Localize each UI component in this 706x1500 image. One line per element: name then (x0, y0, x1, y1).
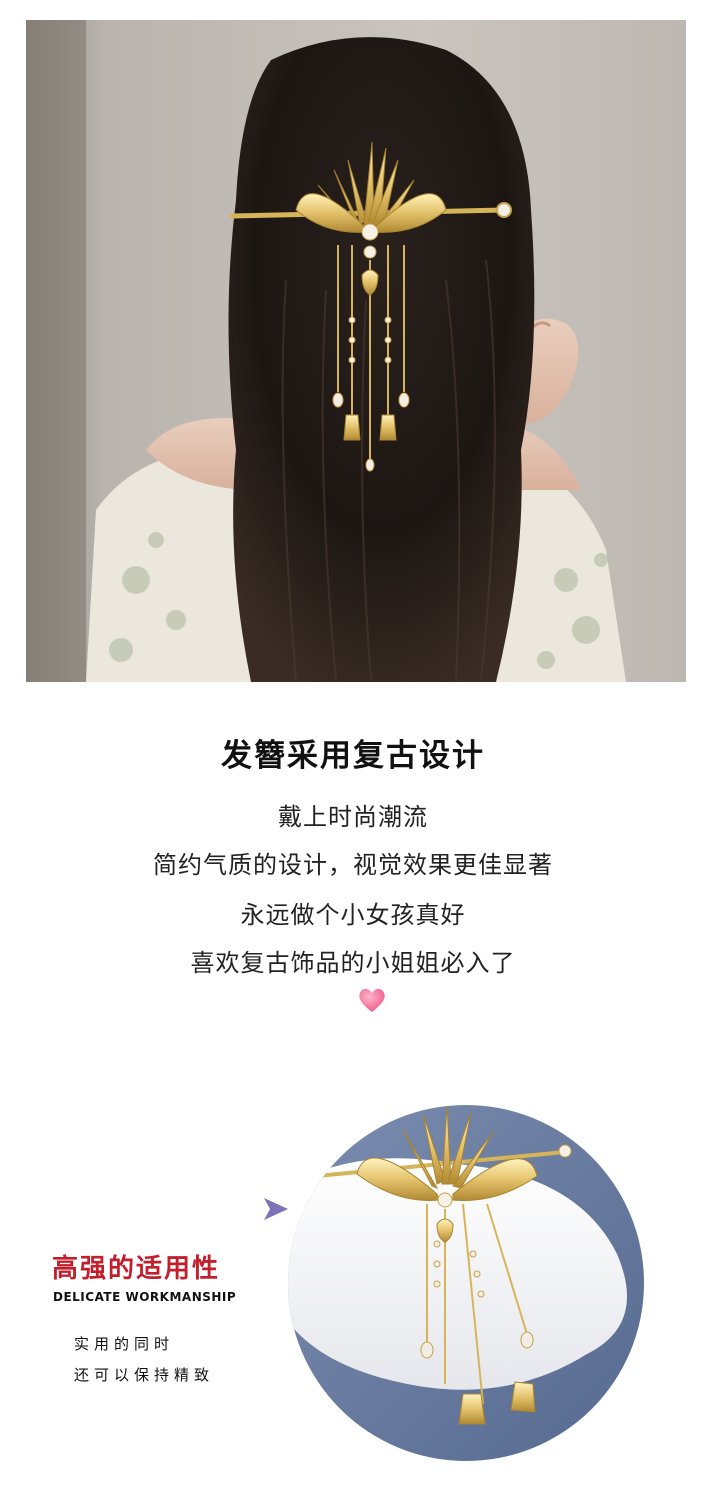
copy-line: 简约气质的设计，视觉效果更佳显著 (153, 851, 553, 879)
copy-line: 戴上时尚潮流 (278, 803, 428, 831)
hero-photo (26, 20, 686, 682)
feature-title: 高强的适用性 (52, 1254, 221, 1284)
heart-icon (356, 985, 388, 1015)
feature-subtitle: DELICATE WORKMANSHIP (53, 1290, 237, 1304)
feature-line: 实用的同时 (74, 1335, 175, 1353)
copy-line: 喜欢复古饰品的小姐姐必入了 (190, 949, 516, 977)
copy-line: 永远做个小女孩真好 (240, 901, 466, 929)
headline: 发簪采用复古设计 (221, 738, 485, 774)
triangle-arrow-icon (262, 1196, 290, 1222)
product-circle-photo (287, 1104, 645, 1462)
feature-line: 还可以保持精致 (74, 1366, 215, 1384)
